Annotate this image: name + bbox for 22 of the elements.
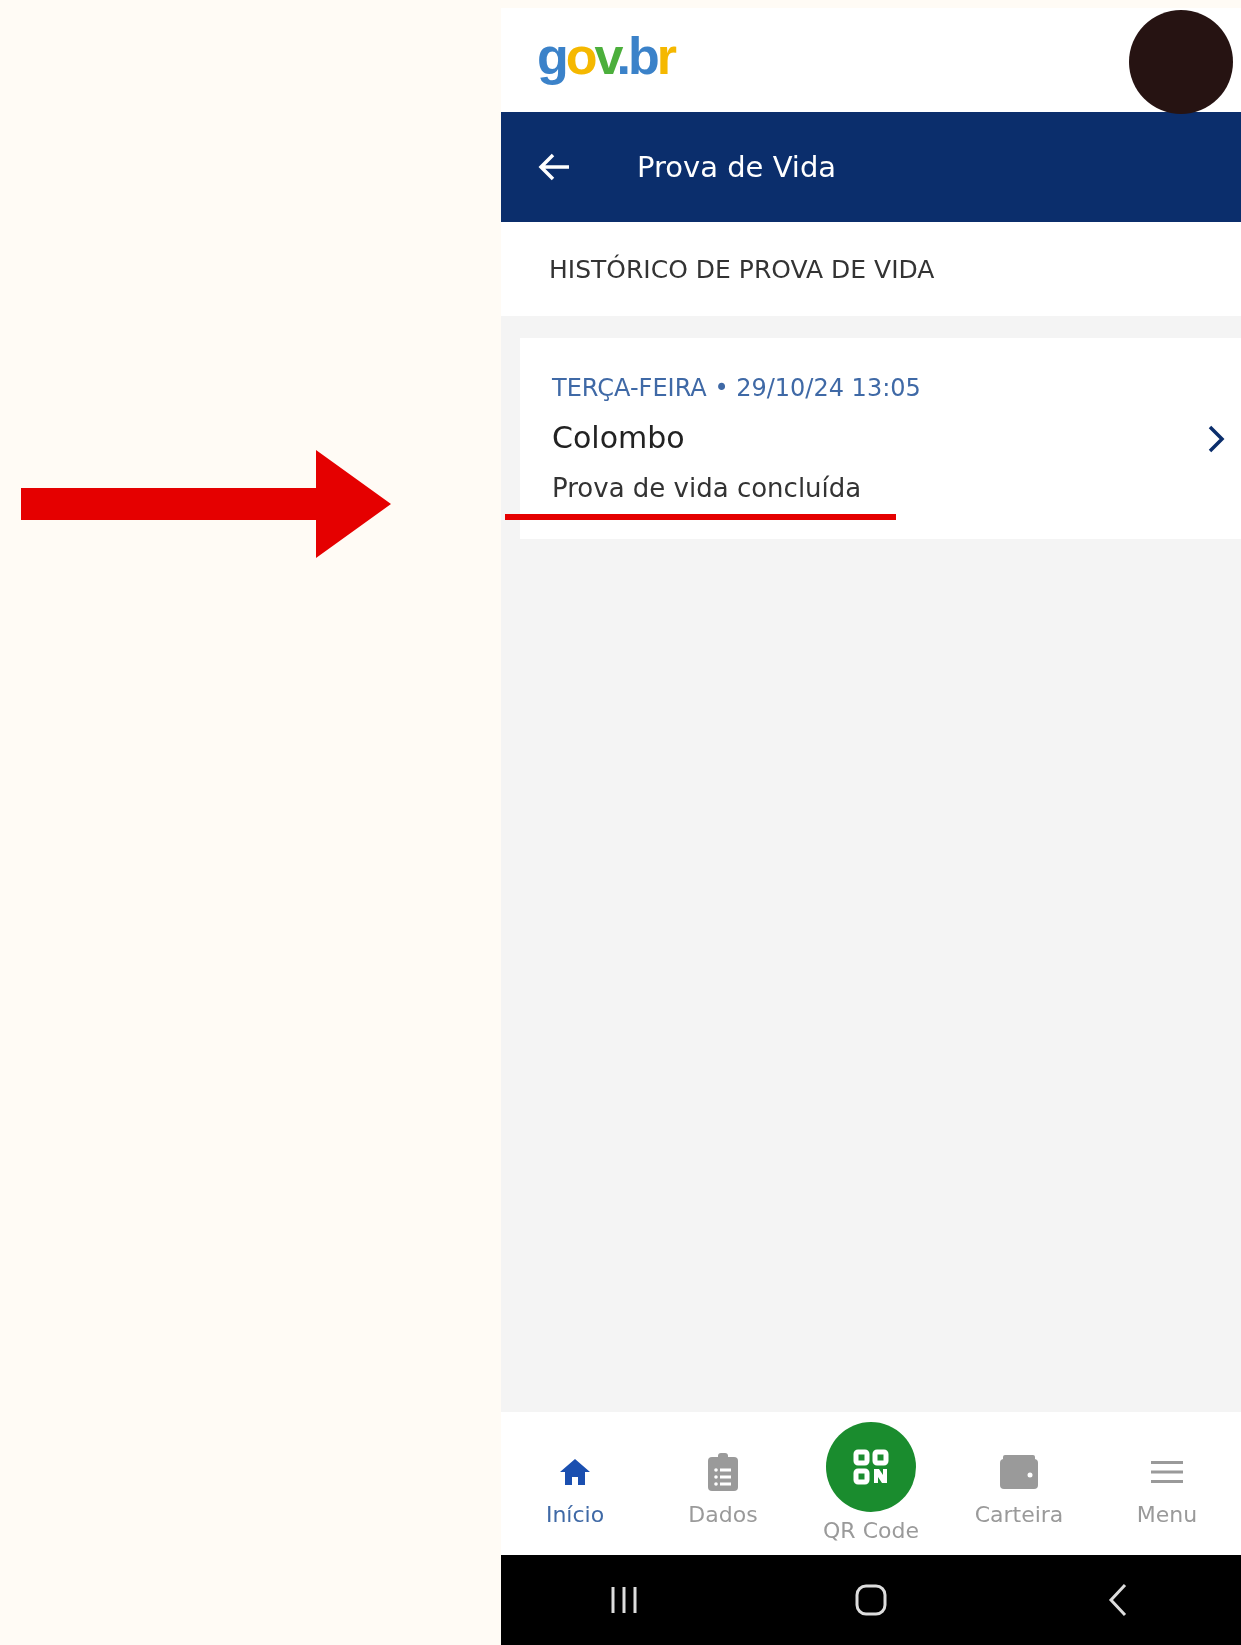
recent-apps-icon[interactable] (609, 1585, 640, 1615)
wallet-icon (999, 1454, 1039, 1490)
chevron-right-icon (1207, 423, 1225, 454)
nav-tab[interactable]: Carteira (945, 1412, 1093, 1527)
clipboard-icon (707, 1452, 739, 1492)
logo: gov.br (537, 26, 675, 86)
menu-icon (1151, 1460, 1183, 1484)
back-button[interactable] (537, 152, 571, 182)
section-title: HISTÓRICO DE PROVA DE VIDA (549, 254, 935, 284)
back-nav-icon[interactable] (1107, 1583, 1128, 1617)
back-icon (537, 152, 571, 182)
screen-title: Prova de Vida (637, 150, 837, 184)
nav-tab[interactable]: Dados (649, 1412, 797, 1527)
entry-date: TERÇA-FEIRA • 29/10/24 13:05 (552, 374, 922, 402)
entry-status: Prova de vida concluída (552, 473, 862, 503)
nav-tab[interactable]: Início (501, 1412, 649, 1527)
qr-code-icon (853, 1449, 889, 1485)
entry-place: Colombo (552, 420, 686, 455)
nav-tab[interactable]: QR Code (797, 1412, 945, 1544)
home-icon (558, 1457, 592, 1487)
nav-tab[interactable]: Menu (1093, 1412, 1241, 1527)
home-button-icon[interactable] (855, 1584, 887, 1616)
